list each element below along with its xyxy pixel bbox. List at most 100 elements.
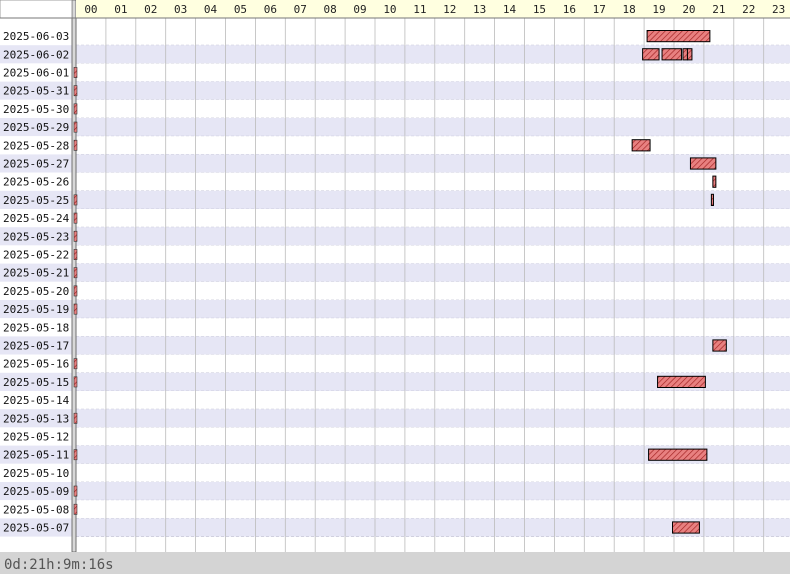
hour-label: 01 bbox=[114, 3, 127, 16]
date-label: 2025-05-08 bbox=[3, 503, 69, 516]
date-label: 2025-05-16 bbox=[3, 358, 69, 371]
hour-label: 23 bbox=[772, 3, 785, 16]
date-label: 2025-05-09 bbox=[3, 485, 69, 498]
activity-bar bbox=[648, 448, 708, 461]
date-label: 2025-05-13 bbox=[3, 412, 69, 425]
hour-label: 12 bbox=[443, 3, 456, 16]
row-background bbox=[0, 227, 790, 246]
activity-bar bbox=[642, 48, 660, 61]
date-label: 2025-05-10 bbox=[3, 467, 69, 480]
day-mark bbox=[73, 121, 78, 133]
row-background bbox=[0, 463, 790, 482]
row-background bbox=[0, 409, 790, 428]
date-label: 2025-06-01 bbox=[3, 67, 69, 80]
date-label: 2025-05-27 bbox=[3, 158, 69, 171]
hour-label: 07 bbox=[294, 3, 307, 16]
date-label: 2025-05-24 bbox=[3, 212, 70, 225]
day-mark bbox=[73, 249, 78, 260]
date-label: 2025-05-12 bbox=[3, 431, 69, 444]
row-background bbox=[0, 263, 790, 282]
hour-label: 16 bbox=[563, 3, 576, 16]
activity-bar bbox=[712, 175, 717, 188]
footer: 0d:21h:9m:16s bbox=[0, 552, 790, 574]
hour-header: 00 01 02 03 04 05 06 07 08 09 10 11 12 13 14 15 16 17 18 19… bbox=[0, 0, 790, 19]
day-mark bbox=[73, 358, 78, 370]
date-label: 2025-05-19 bbox=[3, 303, 69, 316]
hour-label: 09 bbox=[353, 3, 366, 16]
footer-background bbox=[0, 552, 790, 574]
day-mark bbox=[73, 267, 78, 279]
hour-label: 21 bbox=[712, 3, 725, 16]
row-background bbox=[0, 118, 790, 137]
activity-bar bbox=[689, 157, 717, 170]
row-background bbox=[0, 63, 790, 82]
day-mark bbox=[73, 139, 78, 151]
row-background bbox=[0, 190, 790, 209]
date-label: 2025-05-14 bbox=[3, 394, 70, 407]
day-mark bbox=[73, 285, 78, 297]
hour-label: 13 bbox=[473, 3, 486, 16]
day-mark bbox=[73, 303, 78, 315]
hour-label: 10 bbox=[383, 3, 396, 16]
date-label: 2025-06-02 bbox=[3, 48, 69, 61]
date-label: 2025-05-11 bbox=[3, 449, 69, 462]
date-label: 2025-05-25 bbox=[3, 194, 69, 207]
header-corner bbox=[0, 0, 73, 19]
date-label: 2025-05-20 bbox=[3, 285, 69, 298]
hour-label: 02 bbox=[144, 3, 157, 16]
date-label: 2025-05-30 bbox=[3, 103, 69, 116]
date-label: 2025-06-03 bbox=[3, 30, 69, 43]
timeline-chart: 00 01 02 03 04 05 06 07 08 09 10 11 12 13 14 15 16 17 18 19… bbox=[0, 0, 790, 574]
date-label: 2025-05-21 bbox=[3, 267, 69, 280]
day-mark bbox=[73, 485, 78, 497]
day-mark bbox=[73, 194, 78, 206]
date-label: 2025-05-28 bbox=[3, 139, 69, 152]
date-label: 2025-05-07 bbox=[3, 522, 69, 535]
hour-label: 00 bbox=[84, 3, 97, 16]
row-background bbox=[0, 391, 790, 410]
day-mark bbox=[73, 376, 78, 388]
row-background bbox=[0, 336, 790, 355]
hour-label: 17 bbox=[593, 3, 606, 16]
date-label: 2025-05-15 bbox=[3, 376, 69, 389]
row-background bbox=[0, 154, 790, 173]
day-mark bbox=[73, 412, 78, 424]
date-label: 2025-05-23 bbox=[3, 230, 69, 243]
hour-label: 05 bbox=[234, 3, 247, 16]
day-mark bbox=[73, 212, 78, 224]
day-mark bbox=[73, 449, 78, 461]
hour-label: 06 bbox=[264, 3, 277, 16]
activity-bar bbox=[631, 139, 651, 152]
date-label: 2025-05-22 bbox=[3, 249, 69, 262]
date-label: 2025-05-18 bbox=[3, 321, 69, 334]
hour-label: 11 bbox=[413, 3, 426, 16]
row-background bbox=[0, 354, 790, 373]
activity-bar bbox=[686, 48, 693, 61]
row-background bbox=[0, 518, 790, 537]
activity-bar bbox=[682, 48, 688, 61]
day-mark bbox=[73, 85, 78, 97]
date-label: 2025-05-26 bbox=[3, 176, 69, 189]
row-background bbox=[0, 245, 790, 264]
date-label: 2025-05-17 bbox=[3, 340, 69, 353]
row-background bbox=[0, 81, 790, 100]
hour-label: 20 bbox=[682, 3, 695, 16]
row-background bbox=[0, 500, 790, 519]
day-mark bbox=[73, 230, 78, 242]
row-background bbox=[0, 318, 790, 337]
day-mark bbox=[73, 503, 78, 515]
row-background bbox=[0, 172, 790, 191]
row-background bbox=[0, 281, 790, 300]
row-background bbox=[0, 427, 790, 446]
total-duration-text: 0d:21h:9m:16s bbox=[4, 557, 114, 573]
day-mark bbox=[73, 67, 78, 78]
hour-label: 03 bbox=[174, 3, 187, 16]
hour-label: 19 bbox=[652, 3, 665, 16]
activity-bar bbox=[712, 339, 727, 352]
row-background bbox=[0, 482, 790, 501]
date-label: 2025-05-29 bbox=[3, 121, 69, 134]
row-background bbox=[0, 99, 790, 118]
activity-bar bbox=[646, 30, 711, 43]
activity-bar bbox=[672, 521, 700, 534]
hour-label: 15 bbox=[533, 3, 546, 16]
